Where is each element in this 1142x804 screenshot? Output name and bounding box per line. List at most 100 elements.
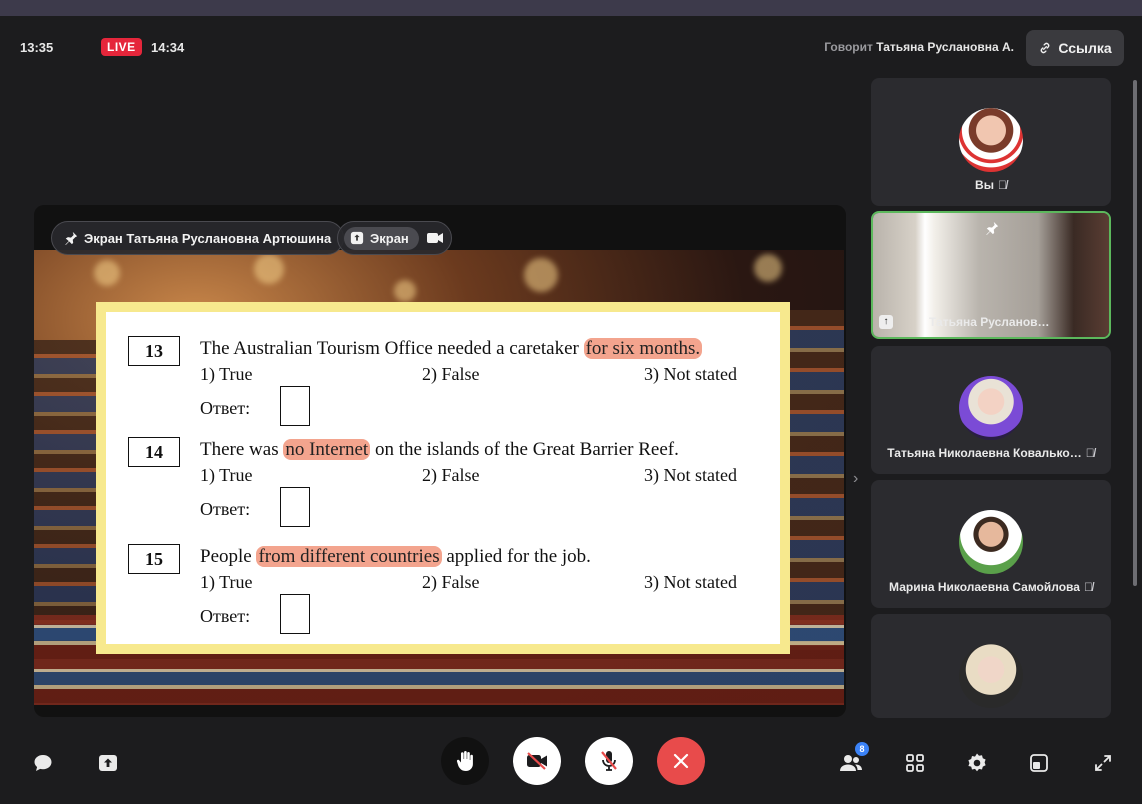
pinned-screen-label: Экран Татьяна Руслановна Артюшина [84,230,332,246]
mic-off-icon [601,751,617,771]
answer-label: Ответ: [200,499,251,519]
highlighted-phrase: for six months. [583,338,703,359]
highlighted-phrase: from different countries [256,546,442,567]
question-text-start: People [200,546,257,567]
copy-link-button[interactable]: Ссылка [1026,30,1124,66]
window-top-strip [0,0,1142,16]
participant-tile[interactable] [871,614,1111,718]
settings-button[interactable] [964,750,990,776]
question-number: 14 [128,437,180,467]
worksheet: 13 The Australian Tourism Office needed … [96,302,790,654]
participants-count-badge: 8 [855,742,869,756]
share-screen-button[interactable] [95,750,121,776]
bokeh-light [754,254,782,282]
expand-icon [1095,755,1111,771]
speaking-indicator: Говорит Татьяна Руслановна А. [824,40,1014,54]
avatar [959,644,1023,708]
camera-toggle-button[interactable] [513,737,561,785]
pin-icon [65,231,78,245]
pin-icon [986,221,999,235]
share-screen-icon [99,755,117,771]
mic-off-icon: 🎙̸ [997,178,1007,192]
copy-link-label: Ссылка [1058,40,1112,56]
answer-box [280,594,310,634]
participants-panel: Вы 🎙̸ ↑ Татьяна Русланов… Татьяна Николае… [871,78,1111,718]
option-false: 2) False [422,572,480,592]
option-not-stated: 3) Not stated [644,364,737,384]
chat-icon[interactable] [30,750,56,776]
microphone-toggle-button[interactable] [585,737,633,785]
participant-tile-self[interactable]: Вы 🎙̸ [871,78,1111,206]
share-screen-icon: ↑ [879,315,893,329]
camera-icon[interactable] [426,232,443,244]
hand-icon [456,751,473,771]
screen-source-chip[interactable]: Экран [337,221,452,255]
option-true: 1) True [200,465,253,485]
answer-box [280,487,310,527]
people-icon [840,755,862,771]
raise-hand-button[interactable] [441,737,489,785]
option-not-stated: 3) Not stated [644,465,737,485]
question-text-start: The Australian Tourism Office needed a c… [200,338,584,359]
share-screen-icon [350,231,364,245]
participant-tile[interactable]: Татьяна Николаевна Ковалько… 🎙̸ [871,346,1111,474]
answer-label: Ответ: [200,606,251,626]
question-number: 15 [128,544,180,574]
participant-name-text: Вы [975,178,994,192]
start-time: 13:35 [20,40,54,55]
option-false: 2) False [422,465,480,485]
speaking-name: Татьяна Руслановна А. [876,40,1014,54]
option-true: 1) True [200,572,253,592]
highlighted-phrase: no Internet [283,439,371,460]
participant-tile[interactable]: Марина Николаевна Самойлова 🎙̸ [871,480,1111,608]
bokeh-light [94,260,120,286]
speaking-prefix: Говорит [824,40,873,54]
shared-screen: 13 The Australian Tourism Office needed … [34,250,844,705]
answer-box [280,386,310,426]
avatar [959,108,1023,172]
pinned-screen-chip[interactable]: Экран Татьяна Руслановна Артюшина [51,221,345,255]
grid-view-button[interactable] [902,750,928,776]
bokeh-light [394,280,416,302]
sidebar-scrollbar[interactable] [1133,80,1137,586]
live-badge: LIVE [101,38,142,56]
answer-label: Ответ: [200,398,251,418]
option-true: 1) True [200,364,253,384]
grid-icon [906,754,924,772]
question-text-end: applied for the job. [441,546,591,567]
question-text: The Australian Tourism Office needed a c… [200,338,703,360]
fullscreen-button[interactable] [1090,750,1116,776]
control-bar: 8 [0,730,1142,804]
question-number: 13 [128,336,180,366]
bokeh-light [524,258,558,292]
current-time: 14:34 [151,40,185,55]
participant-name: Марина Николаевна Самойлова 🎙̸ [871,580,1111,594]
layout-icon [1030,754,1048,772]
option-false: 2) False [422,364,480,384]
question-text: There was no Internet on the islands of … [200,439,679,461]
participant-name: Татьяна Русланов… [929,315,1050,329]
participant-name: Татьяна Николаевна Ковалько… 🎙̸ [871,446,1111,460]
close-icon [673,753,689,769]
bokeh-light [254,254,284,284]
question-text-end: on the islands of the Great Barrier Reef… [370,439,679,460]
mic-off-icon: 🎙̸ [1085,446,1095,460]
screen-share-stage[interactable]: 13 The Australian Tourism Office needed … [34,205,846,717]
screen-toggle[interactable]: Экран [344,226,419,250]
question-text-start: There was [200,439,284,460]
participant-name: Вы 🎙̸ [871,178,1111,192]
bookshelf-left [34,340,104,640]
mic-off-icon: 🎙̸ [1083,580,1093,594]
option-not-stated: 3) Not stated [644,572,737,592]
top-bar: 13:35 LIVE 14:34 Говорит Татьяна Руслано… [0,16,1142,76]
layout-button[interactable] [1026,750,1052,776]
chevron-right-icon[interactable]: › [853,470,858,488]
camera-off-icon [527,752,547,770]
avatar [959,510,1023,574]
participant-name-text: Марина Николаевна Самойлова [889,580,1080,594]
leave-call-button[interactable] [657,737,705,785]
participant-tile-speaker[interactable]: ↑ Татьяна Русланов… [871,211,1111,339]
avatar [959,376,1023,440]
participant-name-text: Татьяна Николаевна Ковалько… [887,446,1082,460]
gear-icon [968,753,986,772]
